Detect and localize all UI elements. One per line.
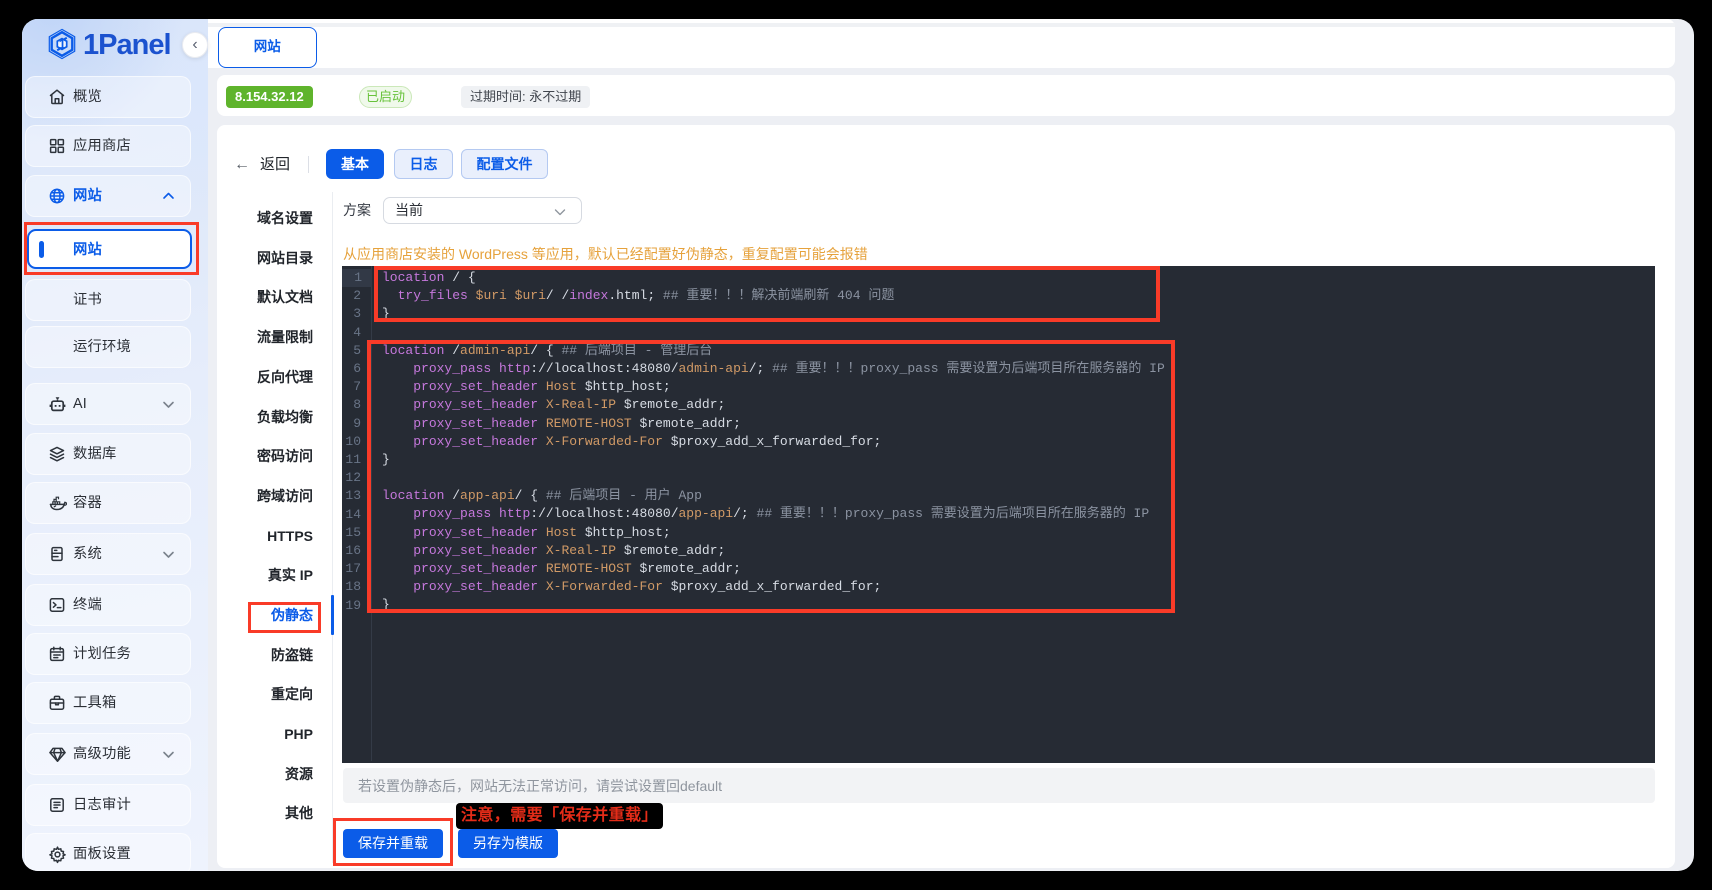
svg-text:1: 1 bbox=[59, 37, 66, 51]
